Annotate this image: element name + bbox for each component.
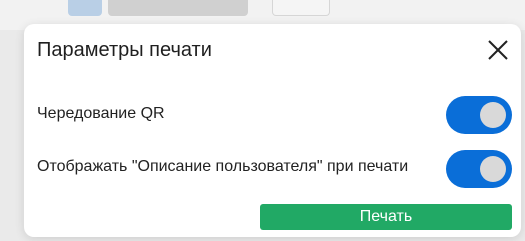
- print-settings-dialog: Параметры печати Чередование QR Отобража…: [24, 24, 521, 237]
- option-label-user-description: Отображать "Описание пользователя" при п…: [37, 158, 409, 175]
- close-icon: [488, 40, 508, 60]
- user-description-toggle[interactable]: [446, 150, 512, 188]
- print-button[interactable]: Печать: [260, 204, 512, 230]
- option-label-qr-alternation: Чередование QR: [37, 105, 165, 122]
- toggle-knob: [480, 102, 506, 128]
- background-button: [68, 0, 102, 16]
- close-button[interactable]: [484, 36, 512, 64]
- background-element: [108, 0, 248, 16]
- dialog-title: Параметры печати: [37, 39, 212, 61]
- background-element: [272, 0, 330, 16]
- qr-alternation-toggle[interactable]: [446, 96, 512, 134]
- toggle-knob: [480, 156, 506, 182]
